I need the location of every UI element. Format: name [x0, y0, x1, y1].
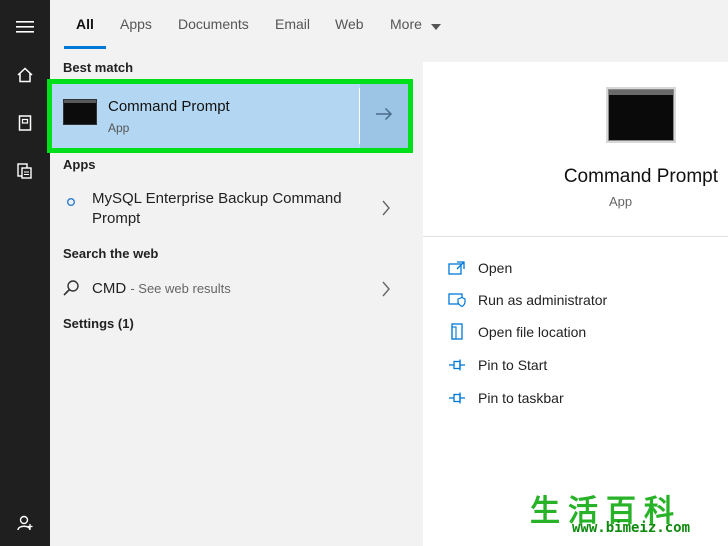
- active-tab-indicator: [64, 46, 106, 49]
- pin-icon: [447, 355, 467, 375]
- hamburger-menu-icon[interactable]: [0, 4, 50, 50]
- best-match-subtitle: App: [108, 121, 130, 135]
- action-open[interactable]: Open: [447, 256, 512, 280]
- tab-web[interactable]: Web: [335, 14, 364, 34]
- tab-documents[interactable]: Documents: [178, 14, 249, 34]
- open-icon: [447, 258, 467, 278]
- account-icon[interactable]: [0, 500, 50, 546]
- detail-pane: Command Prompt App Open Run as administr…: [423, 62, 728, 546]
- tab-apps[interactable]: Apps: [120, 14, 152, 34]
- section-search-web: Search the web: [63, 246, 159, 261]
- section-apps: Apps: [63, 157, 96, 172]
- section-settings[interactable]: Settings (1): [63, 316, 134, 331]
- mysql-app-icon: [66, 194, 76, 212]
- tab-email[interactable]: Email: [275, 14, 310, 34]
- action-pin-to-start[interactable]: Pin to Start: [447, 353, 547, 377]
- section-best-match: Best match: [63, 60, 134, 75]
- action-run-as-admin-label: Run as administrator: [478, 292, 608, 308]
- detail-title: Command Prompt: [563, 166, 718, 187]
- tab-all[interactable]: All: [76, 14, 94, 34]
- action-run-as-admin[interactable]: Run as administrator: [447, 288, 607, 312]
- search-icon: [62, 279, 80, 302]
- action-pin-to-taskbar[interactable]: Pin to taskbar: [447, 386, 564, 410]
- best-match-open[interactable]: Command Prompt App: [52, 84, 359, 148]
- app-label-line2: Prompt: [92, 210, 141, 227]
- watermark: 生活百科 www.bimeiz.com: [520, 484, 728, 546]
- watermark-url: www.bimeiz.com: [572, 520, 691, 536]
- filter-tabs: All Apps Documents Email Web More: [50, 0, 728, 50]
- action-open-file-location-label: Open file location: [478, 324, 587, 340]
- home-icon[interactable]: [0, 52, 50, 98]
- chevron-right-icon: [382, 281, 390, 302]
- expand-arrow-button[interactable]: [360, 84, 408, 148]
- chevron-right-icon: [382, 200, 390, 221]
- file-location-icon: [447, 322, 467, 342]
- list-item-mysql-backup[interactable]: MySQL Enterprise Backup Command Prompt: [50, 186, 410, 232]
- app-label-line1: MySQL Enterprise Backup Command: [92, 190, 342, 207]
- command-prompt-icon: [63, 99, 97, 125]
- action-pin-to-taskbar-label: Pin to taskbar: [478, 390, 564, 406]
- chevron-down-icon: [430, 15, 441, 35]
- documents-icon[interactable]: [0, 148, 50, 194]
- divider: [423, 236, 728, 237]
- arrow-right-icon: [375, 107, 393, 126]
- action-open-label: Open: [478, 260, 513, 276]
- action-open-file-location[interactable]: Open file location: [447, 320, 586, 344]
- notebook-icon[interactable]: [0, 100, 50, 146]
- web-suffix: - See web results: [130, 281, 231, 296]
- search-panel: All Apps Documents Email Web More Best m…: [47, 0, 728, 546]
- pin-icon: [447, 388, 467, 408]
- results-list: Best match Command Prompt App Apps MySQL…: [47, 50, 413, 546]
- left-rail: [0, 0, 50, 546]
- best-match-item[interactable]: Command Prompt App: [47, 79, 413, 153]
- command-prompt-large-icon: [608, 89, 674, 141]
- tab-more-label: More: [390, 16, 422, 32]
- tab-more[interactable]: More: [390, 14, 441, 34]
- detail-subtitle: App: [609, 194, 633, 209]
- best-match-title: Command Prompt: [108, 98, 230, 115]
- list-item-web-search[interactable]: CMD - See web results: [50, 274, 410, 304]
- shield-icon: [447, 290, 467, 310]
- web-query: CMD: [92, 280, 127, 297]
- action-pin-to-start-label: Pin to Start: [478, 357, 548, 373]
